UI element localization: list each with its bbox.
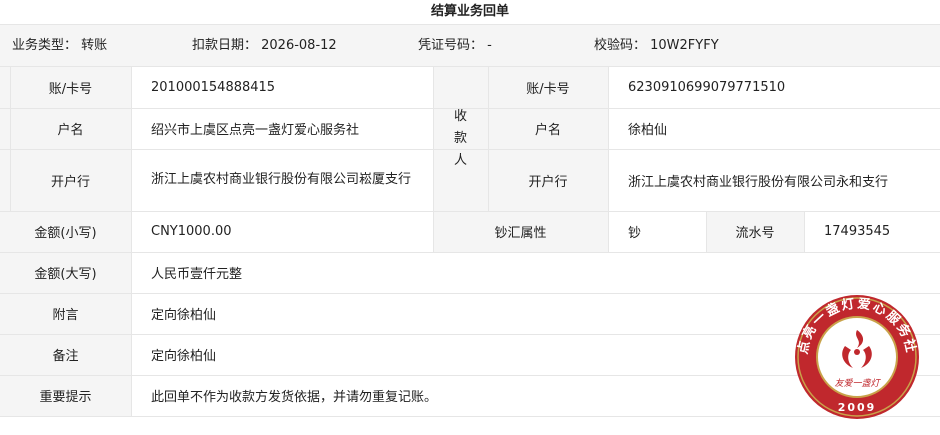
remark-label: 备注: [0, 334, 131, 375]
business-type: 业务类型： 转账: [12, 38, 108, 53]
amount-small-value: CNY1000.00: [131, 211, 433, 252]
payer-bank-label: 开户行: [10, 149, 131, 211]
debit-date: 扣款日期： 2026-08-12: [192, 38, 337, 53]
payee-account-label: 账/卡号: [488, 67, 608, 108]
payee-name-value: 徐柏仙: [608, 108, 940, 149]
payee-account-value: 6230910699079771510: [608, 67, 940, 108]
check-code: 校验码： 10W2FYFY: [594, 38, 719, 53]
payer-account-label: 账/卡号: [10, 67, 131, 108]
payee-bank-value: 浙江上虞农村商业银行股份有限公司永和支行: [608, 149, 940, 211]
payer-name-value: 绍兴市上虞区点亮一盏灯爱心服务社: [131, 108, 433, 149]
seal-year: 2009: [838, 401, 877, 414]
payee-side-label: 收款人: [433, 67, 488, 211]
receipt-meta-bar: 业务类型： 转账 扣款日期： 2026-08-12 凭证号码： - 校验码： 1…: [0, 24, 940, 67]
amount-small-label: 金额(小写): [0, 211, 131, 252]
serial-number-value: 17493545: [804, 211, 940, 252]
amount-big-value: 人民币壹仟元整: [131, 252, 940, 293]
payer-account-value: 201000154888415: [131, 67, 433, 108]
payer-bank-value: 浙江上虞农村商业银行股份有限公司崧厦支行: [131, 149, 433, 211]
amount-big-label: 金额(大写): [0, 252, 131, 293]
notice-label: 重要提示: [0, 375, 131, 416]
payer-name-label: 户名: [10, 108, 131, 149]
cash-attribute-label: 钞汇属性: [433, 211, 608, 252]
receipt-title: 结算业务回单: [430, 4, 509, 19]
payee-name-label: 户名: [488, 108, 608, 149]
voucher-number: 凭证号码： -: [418, 38, 492, 53]
payee-bank-label: 开户行: [488, 149, 608, 211]
serial-number-label: 流水号: [706, 211, 804, 252]
payer-side-column: [0, 67, 10, 211]
organization-seal: 点亮一盏灯爱心服务社 友爱一盏灯 2009: [795, 295, 919, 419]
seal-center-text: 友爱一盏灯: [834, 378, 881, 389]
postscript-label: 附言: [0, 293, 131, 334]
cash-attribute-value: 钞: [608, 211, 706, 252]
